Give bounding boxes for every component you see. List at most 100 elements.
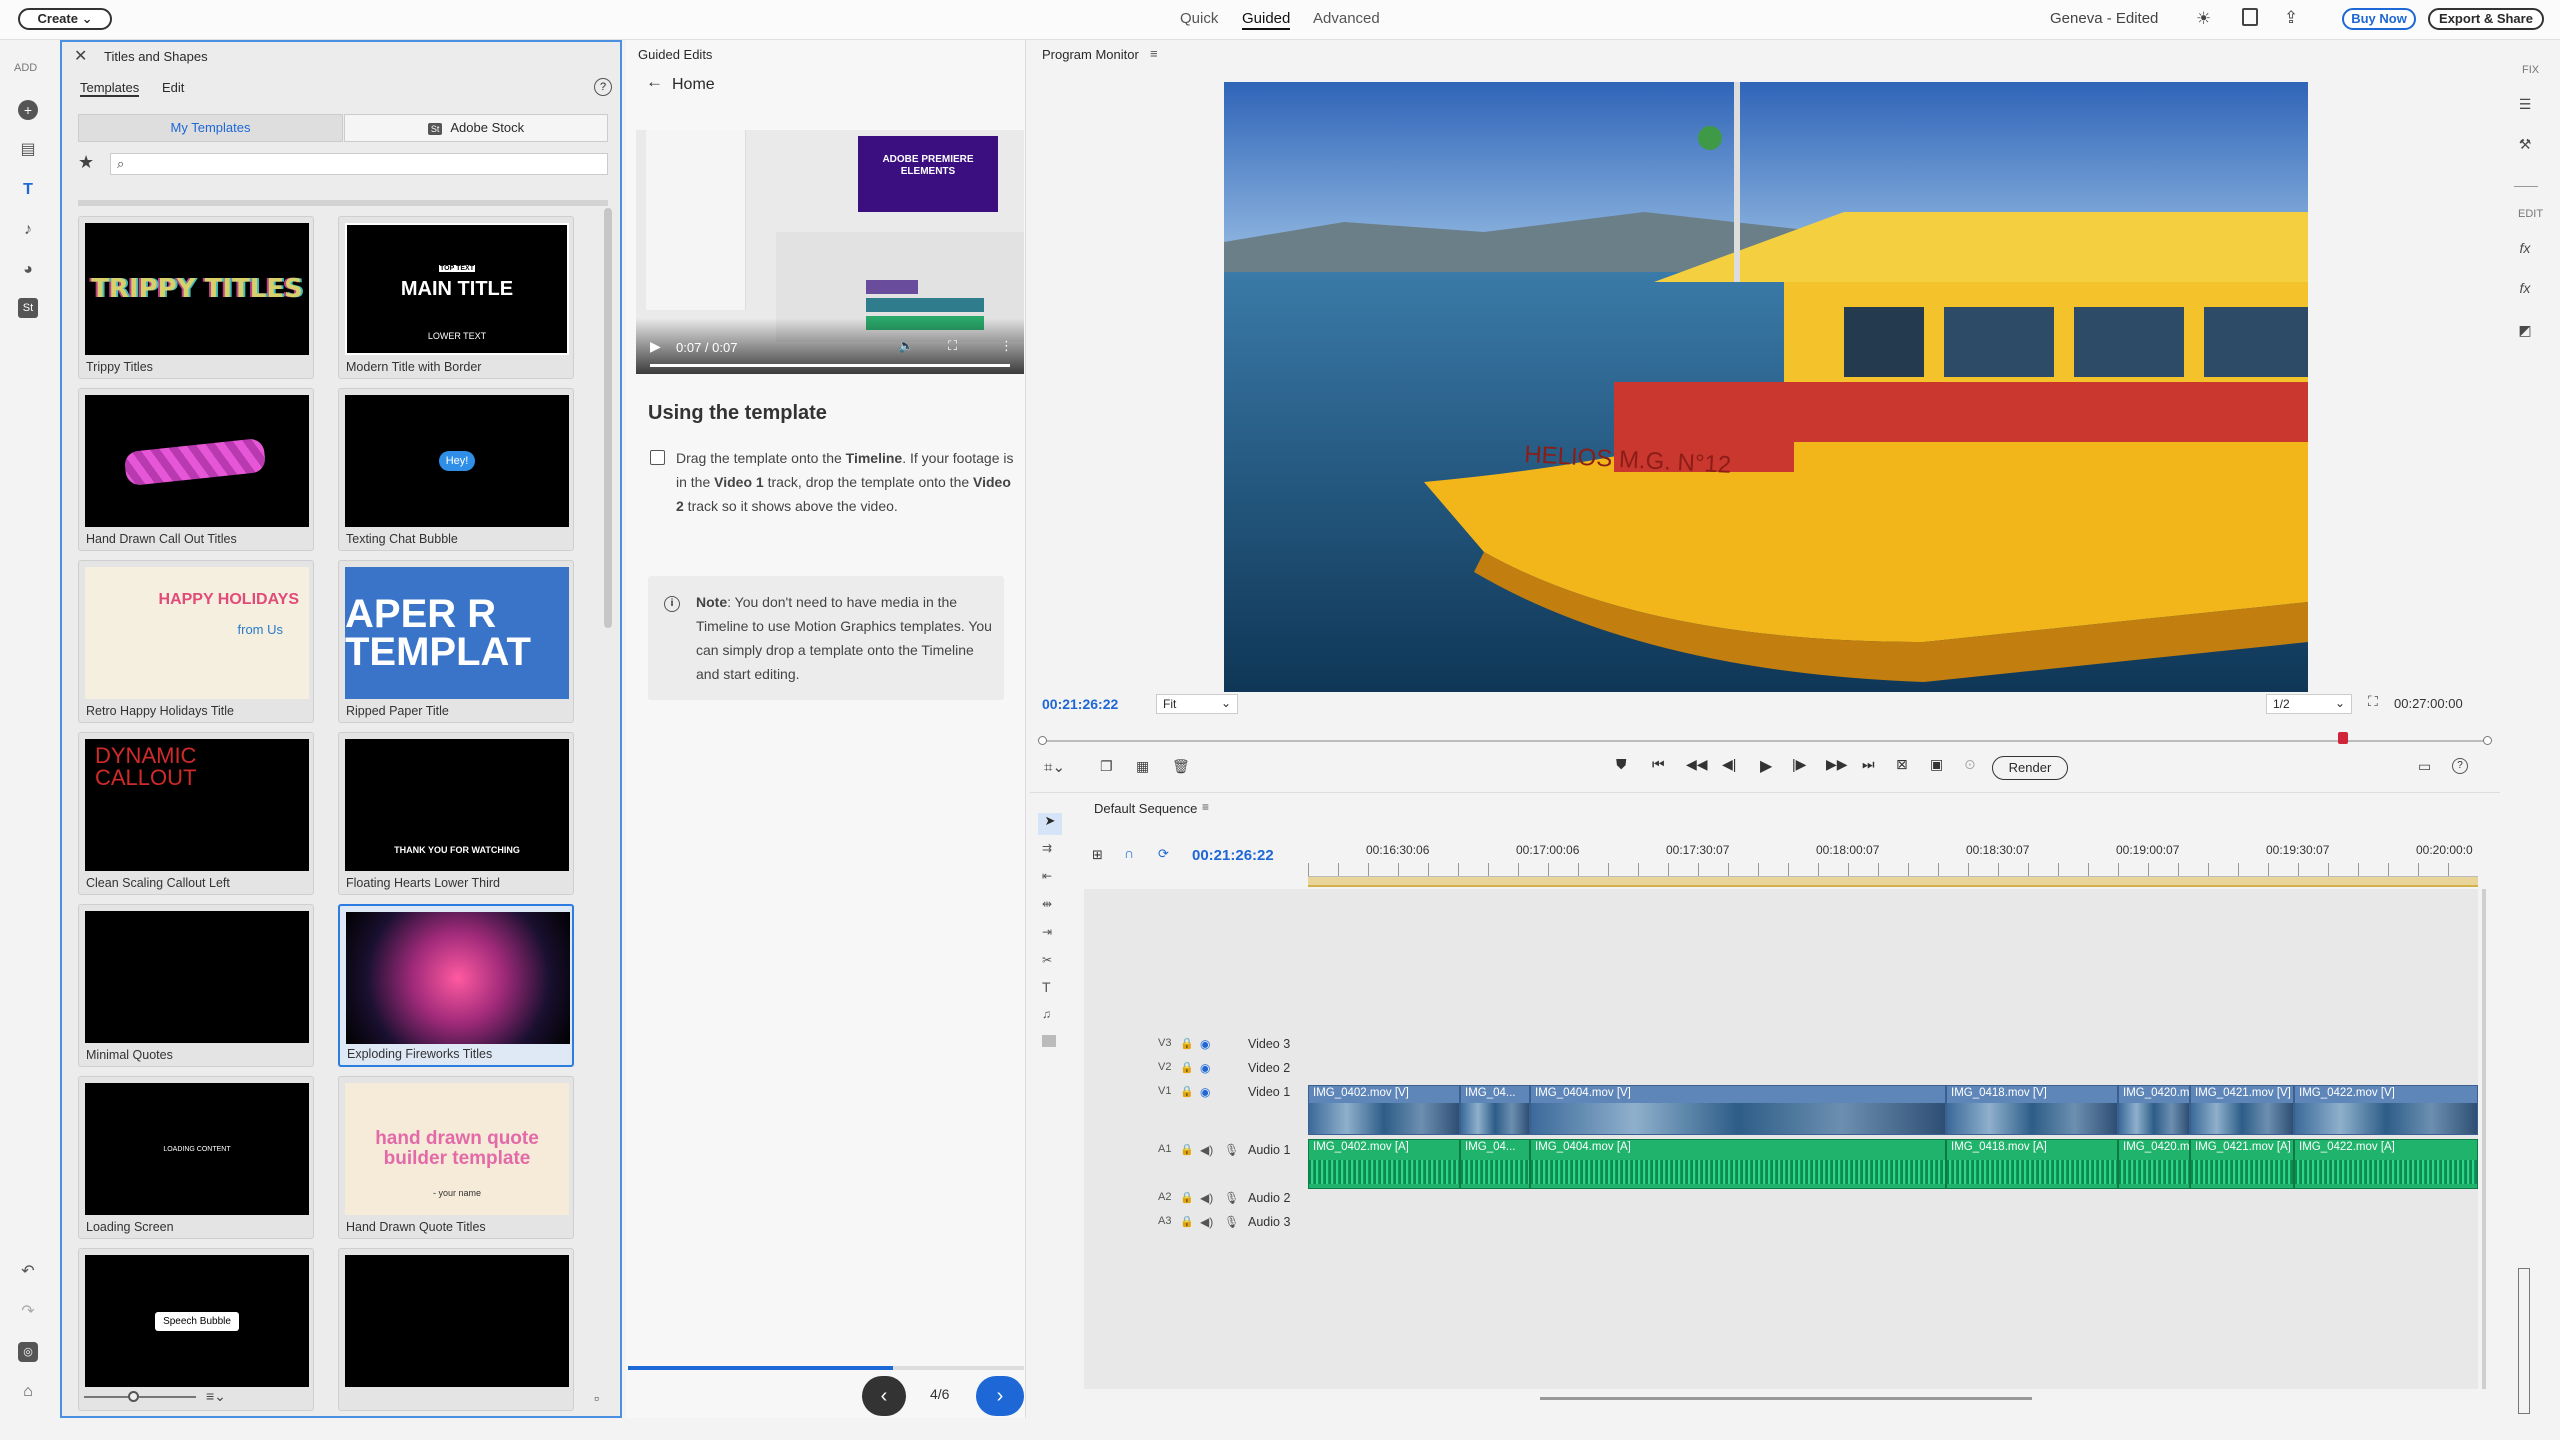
audio-icon[interactable]: ♪ [18,220,38,240]
monitor-menu-icon[interactable]: ≡ [1150,46,1158,61]
grid-icon[interactable]: ▦ [1136,758,1149,775]
speaker-icon[interactable]: ◀) [1200,1191,1213,1205]
vertical-scrollbar[interactable] [2482,889,2486,1389]
favorites-star-icon[interactable]: ★ [78,152,94,173]
razor-icon[interactable]: ✂ [1042,953,1052,967]
eye-icon[interactable]: ◉ [1200,1085,1210,1099]
template-card[interactable]: Speech Bubble [78,1248,314,1411]
speaker-icon[interactable]: ◀) [1200,1143,1213,1157]
video-clip[interactable]: IMG_0421.mov [V] [2190,1085,2294,1135]
audio-clip[interactable]: IMG_0421.mov [A] [2190,1139,2294,1189]
rectangle-tool-icon[interactable] [1042,1035,1056,1047]
video-clip[interactable]: IMG_0418.mov [V] [1946,1085,2118,1135]
template-card[interactable]: LOADING CONTENT Loading Screen [78,1076,314,1239]
template-search-input[interactable]: ⌕ [110,153,608,175]
audio-clip[interactable]: IMG_0418.mov [A] [1946,1139,2118,1189]
adobe-stock-icon[interactable]: St [18,298,38,318]
tab-templates[interactable]: Templates [80,80,140,97]
adjust-icon[interactable]: ☰ [2516,96,2534,114]
create-button[interactable]: Create ⌄ [18,8,112,30]
track-header[interactable]: V1 🔒 ◉ Video 1 [1084,1085,1304,1105]
audio-clip[interactable]: IMG_04... [1460,1139,1530,1189]
safe-margin-icon[interactable]: ⛶ [2368,693,2378,710]
template-card[interactable]: Minimal Quotes [78,904,314,1067]
lock-icon[interactable]: 🔒 [1180,1085,1194,1098]
mic-icon[interactable]: 🎙 [1224,1191,1239,1205]
speaker-icon[interactable]: ◀) [1200,1215,1213,1229]
tab-quick[interactable]: Quick [1180,10,1218,27]
step-back-icon[interactable]: ◀◀ [1686,756,1708,773]
effects-icon[interactable]: fx [2516,240,2534,258]
zoom-slider[interactable] [84,1391,196,1402]
eye-icon[interactable]: ◉ [1200,1037,1210,1051]
rolling-edit-icon[interactable]: ⇹ [1042,897,1052,911]
text-tool-icon[interactable]: T [1042,979,1051,995]
tab-edit[interactable]: Edit [162,80,184,95]
timeline-timecode[interactable]: 00:21:26:22 [1192,847,1274,864]
template-card[interactable]: Exploding Fireworks Titles [338,904,574,1067]
crop-icon[interactable]: ⌗⌄ [1044,758,1065,776]
my-templates-tab[interactable]: My Templates [78,114,343,142]
split-clip-icon[interactable]: ⊠ [1896,756,1908,773]
step-forward-icon[interactable]: ▶▶ [1826,756,1848,773]
horizontal-scrollbar[interactable] [1540,1397,2032,1400]
template-card[interactable]: Hey! Texting Chat Bubble [338,388,574,551]
export-share-button[interactable]: Export & Share [2428,8,2544,30]
video-frame[interactable]: HELIOS M.G. N°12 [1224,82,2308,692]
new-folder-icon[interactable]: ▫ [594,1390,599,1406]
video-progress[interactable] [650,364,1010,367]
ripple-edit-icon[interactable]: ⇤ [1042,869,1052,883]
titles-icon[interactable]: T [18,180,38,200]
brightness-icon[interactable]: ☀ [2196,9,2211,29]
add-media-icon[interactable]: + [18,100,38,120]
frame-forward-icon[interactable]: |▶ [1792,756,1806,773]
monitor-help-icon[interactable]: ? [2452,758,2468,774]
template-card[interactable]: DYNAMIC CALLOUT Clean Scaling Callout Lef… [78,732,314,895]
zoom-slider-handle[interactable] [128,1391,139,1402]
share-icon[interactable]: ⇪ [2284,8,2298,28]
goto-start-icon[interactable]: ⏮ [1652,756,1665,773]
audio-clip[interactable]: IMG_0402.mov [A] [1308,1139,1460,1189]
video-clip[interactable]: IMG_0420.mo... [2118,1085,2190,1135]
tab-advanced[interactable]: Advanced [1313,10,1380,27]
buy-now-button[interactable]: Buy Now [2342,8,2416,30]
redo-icon[interactable]: ↷ [18,1302,38,1322]
scrub-end-handle[interactable] [2483,736,2492,745]
help-icon[interactable]: ? [594,78,612,96]
adobe-stock-tab[interactable]: St Adobe Stock [344,114,608,142]
home-link[interactable]: Home [672,76,715,94]
tools-icon[interactable]: ⚒ [2516,136,2534,154]
copy-frame-icon[interactable]: ❐ [1100,758,1113,775]
fullscreen-icon[interactable]: ⛶ [948,338,957,354]
track-header[interactable]: A3 🔒 ◀) 🎙 Audio 3 [1084,1215,1304,1235]
sequence-menu-icon[interactable]: ≡ [1202,800,1209,814]
lock-icon[interactable]: 🔒 [1180,1191,1194,1204]
mic-icon[interactable]: 🎙 [1224,1143,1239,1157]
selection-tool-icon[interactable]: ➤ [1038,813,1062,835]
prev-step-button[interactable]: ‹ [862,1376,906,1416]
snap-icon[interactable]: ⊞ [1092,847,1103,863]
display-icon[interactable]: ▭ [2418,758,2431,775]
goto-end-icon[interactable]: ⏭ [1862,756,1875,773]
track-header[interactable]: A2 🔒 ◀) 🎙 Audio 2 [1084,1191,1304,1211]
track-header[interactable]: V3 🔒 ◉ Video 3 [1084,1037,1304,1057]
tutorial-video[interactable]: ADOBE PREMIERE ELEMENTS ▶ 0:07 / 0:07 🔈 … [636,130,1024,374]
audio-clip[interactable]: IMG_0404.mov [A] [1530,1139,1946,1189]
video-controls[interactable]: ▶ 0:07 / 0:07 🔈 ⛶ ⋮ [636,318,1024,374]
loop-icon[interactable]: ⊙ [1964,756,1976,773]
quality-dropdown[interactable]: 1/2 ⌄ [2266,694,2352,714]
sort-icon[interactable]: ≡⌄ [206,1388,226,1405]
template-card[interactable]: TRIPPY TITLES Trippy Titles [78,216,314,379]
work-area-bar[interactable] [1308,877,2478,887]
template-card[interactable]: APER R TEMPLAT Ripped Paper Title [338,560,574,723]
applied-effects-icon[interactable]: fx [2516,280,2534,298]
lock-icon[interactable]: 🔒 [1180,1215,1194,1228]
lock-icon[interactable]: 🔒 [1180,1037,1194,1050]
volume-icon[interactable]: 🔈 [898,338,914,354]
playhead[interactable] [2338,732,2349,744]
video-clip[interactable]: IMG_0422.mov [V] [2294,1085,2478,1135]
home-icon[interactable]: ⌂ [18,1382,38,1402]
back-arrow-icon[interactable]: ← [646,72,663,92]
mic-icon[interactable]: 🎙 [1224,1215,1239,1229]
trash-icon[interactable]: 🗑 [1172,758,1190,775]
